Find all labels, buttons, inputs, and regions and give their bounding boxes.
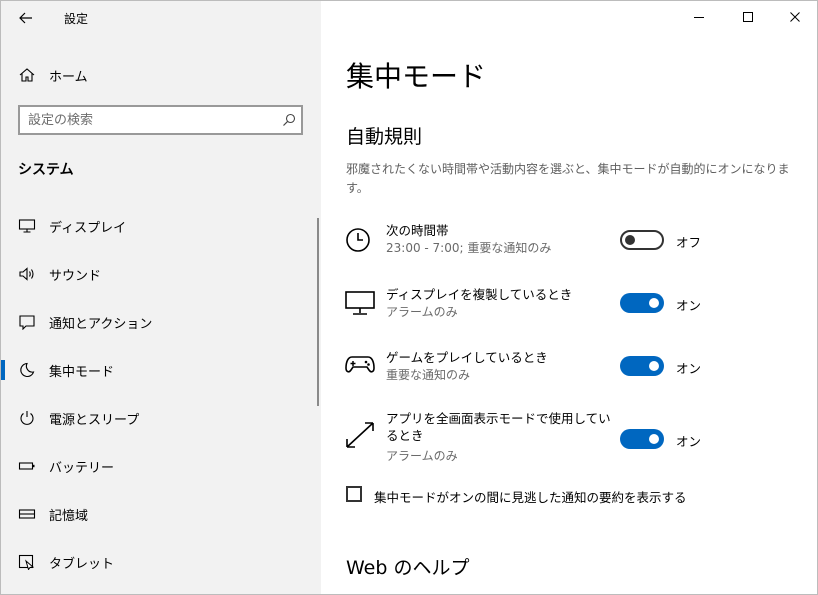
sidebar-item-home[interactable]: ホーム bbox=[1, 59, 321, 91]
storage-icon bbox=[18, 509, 36, 519]
sidebar-item-storage[interactable]: 記憶域 bbox=[1, 494, 321, 534]
rule-toggle[interactable] bbox=[620, 356, 664, 376]
rule-title[interactable]: ゲームをプレイしているとき bbox=[386, 347, 548, 366]
speaker-icon bbox=[19, 267, 34, 281]
rule-subtitle: アラームのみ bbox=[386, 305, 458, 319]
toggle-state: オン bbox=[676, 361, 702, 376]
sidebar-item-label: 集中モード bbox=[49, 365, 115, 380]
back-arrow-icon bbox=[19, 12, 32, 24]
monitor-icon bbox=[345, 291, 375, 315]
monitor-icon bbox=[18, 219, 36, 233]
active-indicator bbox=[1, 360, 5, 380]
summary-checkbox-label[interactable]: 集中モードがオンの間に見逃した通知の要約を表示する bbox=[374, 487, 687, 506]
rule-fullscreen-app: アプリを全画面表示モードで使用しているとき アラームのみ オン bbox=[345, 409, 805, 467]
auto-rules-heading: 自動規則 bbox=[346, 126, 423, 148]
notification-icon bbox=[19, 315, 35, 330]
search-input[interactable] bbox=[28, 110, 273, 130]
help-heading: Web のヘルプ bbox=[346, 557, 470, 579]
minimize-icon bbox=[694, 17, 704, 18]
toggle-knob bbox=[625, 235, 635, 245]
moon-icon bbox=[20, 362, 35, 378]
sidebar-item-power[interactable]: 電源とスリープ bbox=[1, 398, 321, 438]
auto-rules-description: 邪魔されたくない時間帯や活動内容を選ぶと、集中モードが自動的にオンになります。 bbox=[346, 162, 790, 195]
rule-toggle[interactable] bbox=[620, 293, 664, 313]
rule-toggle[interactable] bbox=[620, 429, 664, 449]
toggle-knob bbox=[649, 434, 659, 444]
sidebar-item-notifications[interactable]: 通知とアクション bbox=[1, 302, 321, 342]
title-bar: 設定 bbox=[1, 1, 321, 35]
rule-title[interactable]: ディスプレイを複製しているとき bbox=[386, 284, 572, 303]
toggle-state: オフ bbox=[676, 235, 702, 250]
sidebar-item-battery[interactable]: バッテリー bbox=[1, 446, 321, 486]
sidebar-item-sound[interactable]: サウンド bbox=[1, 254, 321, 294]
maximize-icon bbox=[743, 12, 753, 22]
rule-toggle[interactable] bbox=[620, 230, 664, 250]
rule-subtitle: 重要な通知のみ bbox=[386, 368, 471, 382]
rule-subtitle: 23:00 - 7:00; 重要な通知のみ bbox=[386, 241, 552, 255]
sidebar-item-label: ディスプレイ bbox=[49, 221, 127, 236]
toggle-state: オン bbox=[676, 434, 702, 449]
toggle-knob bbox=[649, 361, 659, 371]
search-field[interactable] bbox=[18, 105, 303, 135]
page-title: 集中モード bbox=[346, 60, 487, 93]
rule-playing-game: ゲームをプレイしているとき 重要な通知のみ オン bbox=[345, 346, 805, 388]
sidebar-item-label: 通知とアクション bbox=[49, 317, 153, 332]
gamepad-icon bbox=[345, 356, 375, 373]
app-title: 設定 bbox=[64, 12, 89, 26]
minimize-button[interactable] bbox=[686, 5, 712, 29]
sidebar-item-label: タブレット bbox=[49, 557, 115, 572]
sidebar-item-focus-assist[interactable]: 集中モード bbox=[1, 350, 321, 390]
maximize-button[interactable] bbox=[735, 5, 761, 29]
fullscreen-icon bbox=[346, 422, 374, 448]
search-icon bbox=[283, 113, 296, 126]
rule-subtitle: アラームのみ bbox=[386, 449, 458, 463]
section-heading: システム bbox=[18, 162, 74, 178]
rule-title[interactable]: アプリを全画面表示モードで使用しているとき bbox=[386, 410, 621, 444]
summary-checkbox[interactable] bbox=[346, 486, 362, 502]
sidebar: 設定 ホーム システム ディスプレイ bbox=[1, 1, 321, 594]
rule-duplicating-display: ディスプレイを複製しているとき アラームのみ オン bbox=[345, 283, 805, 325]
sidebar-scrollbar[interactable] bbox=[317, 218, 319, 406]
sidebar-item-tablet[interactable]: タブレット bbox=[1, 542, 321, 582]
sidebar-item-label: 電源とスリープ bbox=[49, 413, 140, 428]
sidebar-item-label: サウンド bbox=[49, 269, 102, 284]
home-icon bbox=[19, 68, 35, 82]
settings-window: 設定 ホーム システム ディスプレイ bbox=[0, 0, 818, 595]
sidebar-item-label: ホーム bbox=[49, 70, 88, 85]
tablet-icon bbox=[18, 554, 35, 570]
close-button[interactable] bbox=[782, 5, 808, 29]
clock-icon bbox=[346, 228, 370, 252]
power-icon bbox=[20, 411, 34, 425]
sidebar-item-label: バッテリー bbox=[49, 461, 115, 476]
close-icon bbox=[790, 12, 800, 22]
main-content: 集中モード 自動規則 邪魔されたくない時間帯や活動内容を選ぶと、集中モードが自動… bbox=[321, 1, 817, 594]
rule-time-period: 次の時間帯 23:00 - 7:00; 重要な通知のみ オフ bbox=[345, 219, 805, 261]
sidebar-item-label: 記憶域 bbox=[49, 509, 89, 524]
toggle-state: オン bbox=[676, 298, 702, 313]
sidebar-item-display[interactable]: ディスプレイ bbox=[1, 206, 321, 246]
back-button[interactable] bbox=[13, 6, 39, 30]
rule-title[interactable]: 次の時間帯 bbox=[386, 220, 449, 239]
toggle-knob bbox=[649, 298, 659, 308]
battery-icon bbox=[18, 462, 35, 470]
summary-checkbox-row[interactable]: 集中モードがオンの間に見逃した通知の要約を表示する bbox=[346, 486, 806, 508]
